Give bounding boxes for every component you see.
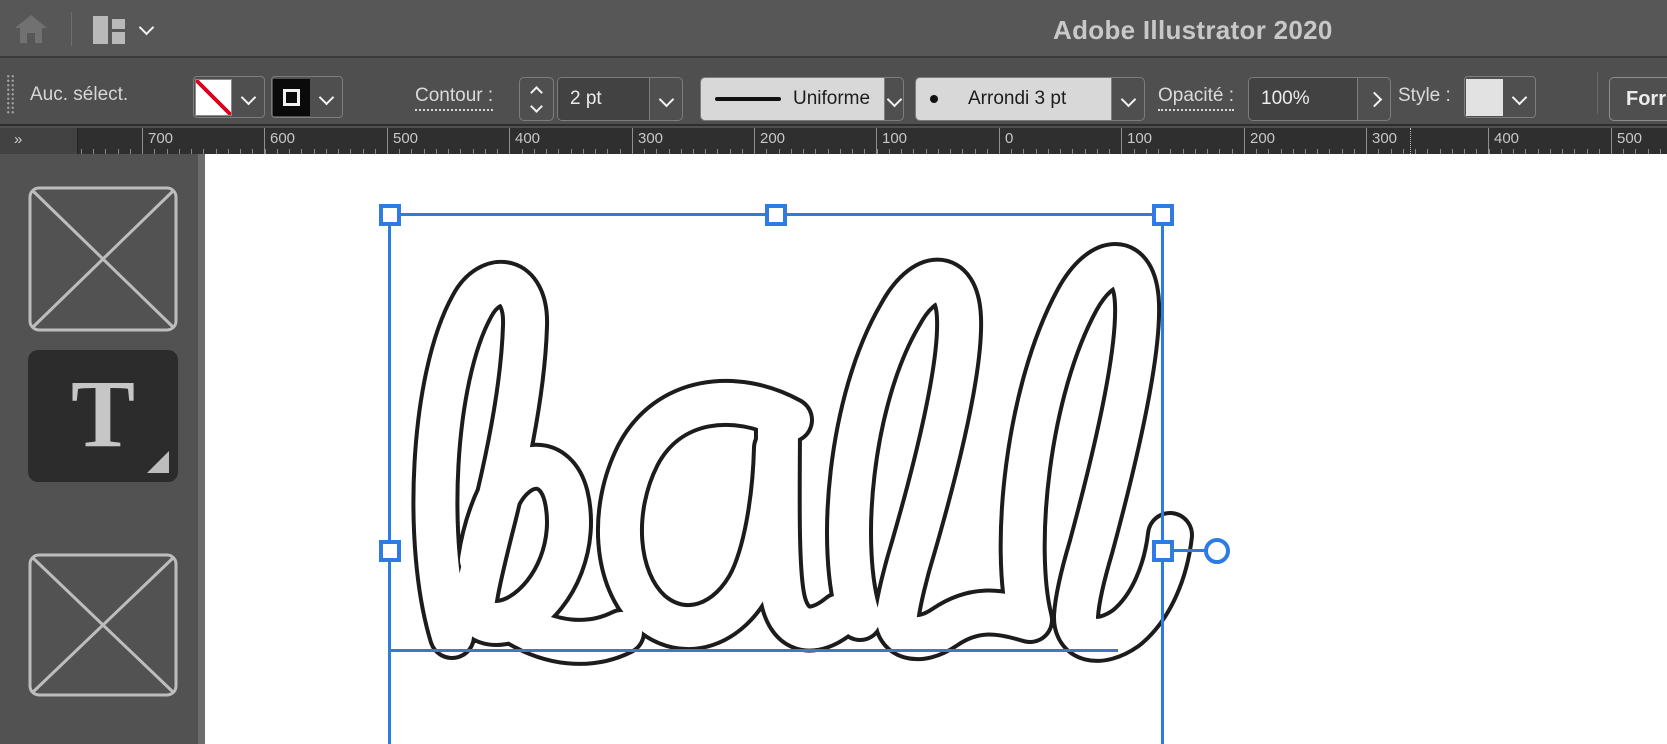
lettering-ball[interactable] [0, 0, 1667, 744]
text-baseline-indicator [390, 649, 1118, 652]
point-type-widget[interactable] [1204, 538, 1230, 564]
handle-middle-left[interactable] [379, 540, 401, 562]
handle-top-center[interactable] [765, 204, 787, 226]
selection-edge-right [1161, 215, 1164, 744]
handle-top-left[interactable] [379, 204, 401, 226]
handle-top-right[interactable] [1152, 204, 1174, 226]
type-widget-connector [1173, 549, 1205, 552]
selection-edge-left [388, 215, 391, 744]
handle-middle-right[interactable] [1152, 540, 1174, 562]
